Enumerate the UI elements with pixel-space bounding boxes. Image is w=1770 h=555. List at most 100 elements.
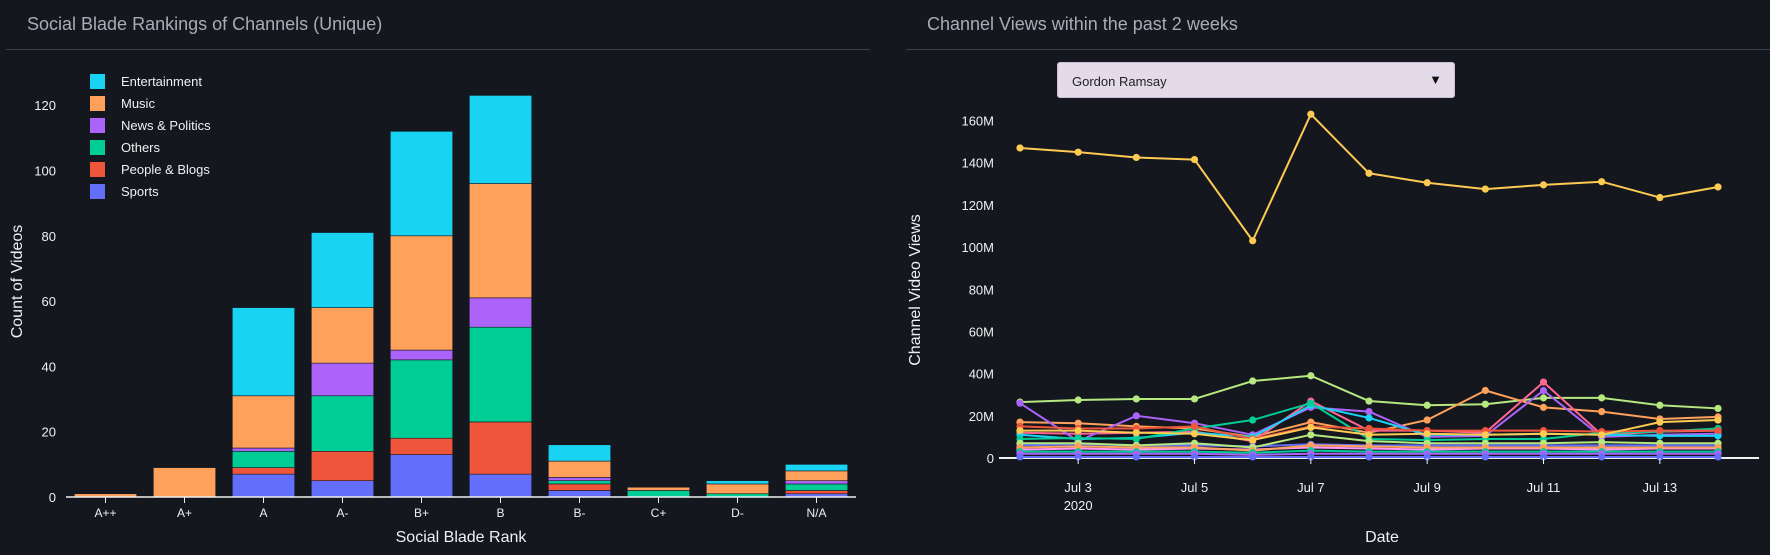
- data-point: [1365, 397, 1373, 405]
- data-point: [1365, 408, 1373, 416]
- x-tick-label: N/A: [806, 506, 826, 520]
- data-point: [1656, 401, 1664, 409]
- chevron-down-icon[interactable]: ▼: [1429, 72, 1442, 87]
- data-point: [1190, 422, 1199, 430]
- data-point: [1016, 144, 1024, 152]
- bar-segment: [547, 444, 612, 462]
- data-point: [1190, 155, 1199, 164]
- bar-segment: [310, 395, 375, 452]
- bar-segment: [310, 232, 375, 308]
- data-point: [1132, 453, 1140, 461]
- bar-segment: [468, 95, 533, 184]
- data-point: [1365, 424, 1373, 433]
- bar-segment: [310, 480, 375, 498]
- bar-segment: [231, 395, 296, 449]
- data-point: [1481, 453, 1489, 461]
- x-tick-label: A++: [94, 506, 116, 520]
- data-point: [1423, 416, 1431, 424]
- bar-segment: [784, 483, 849, 491]
- rankings-bar-chart: 0 20 40 60 80 100 120 A++ A+ A A- B+ B B- C+ D- N/A Socia…: [9, 74, 856, 546]
- legend-swatch: [90, 184, 105, 199]
- data-point: [1307, 423, 1315, 432]
- data-point: [1307, 431, 1315, 439]
- data-point: [1656, 426, 1664, 435]
- data-point: [1481, 400, 1489, 408]
- bar-segment: [310, 362, 375, 397]
- bar-segment: [468, 326, 533, 423]
- y-axis-title: Channel Video Views: [907, 214, 924, 366]
- x-axis-title: Date: [1365, 529, 1399, 546]
- x-tick-label: B-: [574, 506, 586, 520]
- bar-segment: [310, 450, 375, 481]
- bar-segment: [389, 437, 454, 455]
- data-point: [1656, 418, 1664, 426]
- bar-segment: [468, 183, 533, 299]
- bar-segment: [784, 490, 849, 495]
- data-point: [1190, 395, 1199, 403]
- x-tick-label: A-: [337, 506, 349, 520]
- data-point: [1074, 426, 1082, 435]
- data-point: [1481, 386, 1489, 395]
- bar-segment: [310, 307, 375, 364]
- x-tick-year-label: 2020: [1064, 498, 1093, 513]
- bar-segment: [784, 464, 849, 472]
- y-tick-label: 20M: [969, 409, 994, 424]
- bar-segment: [231, 473, 296, 498]
- data-point: [1539, 386, 1548, 395]
- data-point: [1714, 426, 1722, 435]
- legend-swatch: [90, 118, 105, 133]
- bar-segment: [468, 421, 533, 475]
- bar-segment: [231, 467, 296, 475]
- data-point: [1132, 395, 1140, 403]
- data-point: [1539, 181, 1548, 189]
- y-tick-label: 160M: [961, 114, 994, 129]
- data-point: [1249, 416, 1257, 424]
- channel-dropdown-value: Gordon Ramsay: [1072, 74, 1167, 89]
- legend-label: People & Blogs: [121, 162, 210, 177]
- data-point: [1598, 394, 1606, 402]
- data-point: [1539, 430, 1548, 438]
- data-point: [1598, 431, 1606, 439]
- y-tick-label: 100M: [961, 240, 994, 255]
- bar-segment: [152, 467, 217, 498]
- x-tick-label: Jul 13: [1642, 480, 1677, 495]
- data-point: [1714, 416, 1722, 424]
- bar-segment: [389, 235, 454, 351]
- data-point: [1132, 412, 1140, 420]
- bar-segment: [389, 349, 454, 361]
- y-tick-label: 80M: [969, 282, 994, 297]
- data-point: [1365, 169, 1373, 177]
- bar-segment: [547, 490, 612, 498]
- bar-segment: [547, 477, 612, 481]
- data-point: [1481, 185, 1489, 193]
- y-tick-label: 20: [42, 425, 56, 440]
- legend-swatch: [90, 96, 105, 111]
- data-point: [1539, 378, 1548, 386]
- channel-dropdown[interactable]: Gordon Ramsay ▼: [1057, 62, 1455, 98]
- legend-label: Sports: [121, 184, 159, 199]
- legend-label: Entertainment: [121, 74, 202, 89]
- data-point: [1249, 377, 1257, 385]
- bar-segment: [705, 480, 770, 485]
- data-point: [1132, 435, 1140, 443]
- x-tick-label: Jul 9: [1413, 480, 1440, 495]
- bar-segment: [547, 480, 612, 485]
- x-tick-label: C+: [651, 506, 667, 520]
- data-point: [1016, 399, 1024, 407]
- rankings-panel: Social Blade Rankings of Channels (Uniqu…: [0, 0, 870, 555]
- data-point: [1307, 110, 1315, 118]
- x-tick-label: B+: [414, 506, 429, 520]
- legend-swatch: [90, 74, 105, 89]
- bar-segment: [468, 473, 533, 498]
- data-point: [1249, 237, 1257, 245]
- bar-segment: [626, 490, 691, 498]
- y-tick-label: 120M: [961, 198, 994, 213]
- data-point: [1714, 183, 1722, 191]
- y-tick-label: 0: [49, 490, 56, 505]
- legend-label: News & Politics: [121, 118, 211, 133]
- data-point: [1423, 179, 1431, 187]
- data-point: [1656, 193, 1664, 202]
- x-tick-label: A+: [177, 506, 192, 520]
- y-tick-label: 40: [42, 359, 56, 374]
- views-panel: Channel Views within the past 2 weeks 02…: [900, 0, 1770, 555]
